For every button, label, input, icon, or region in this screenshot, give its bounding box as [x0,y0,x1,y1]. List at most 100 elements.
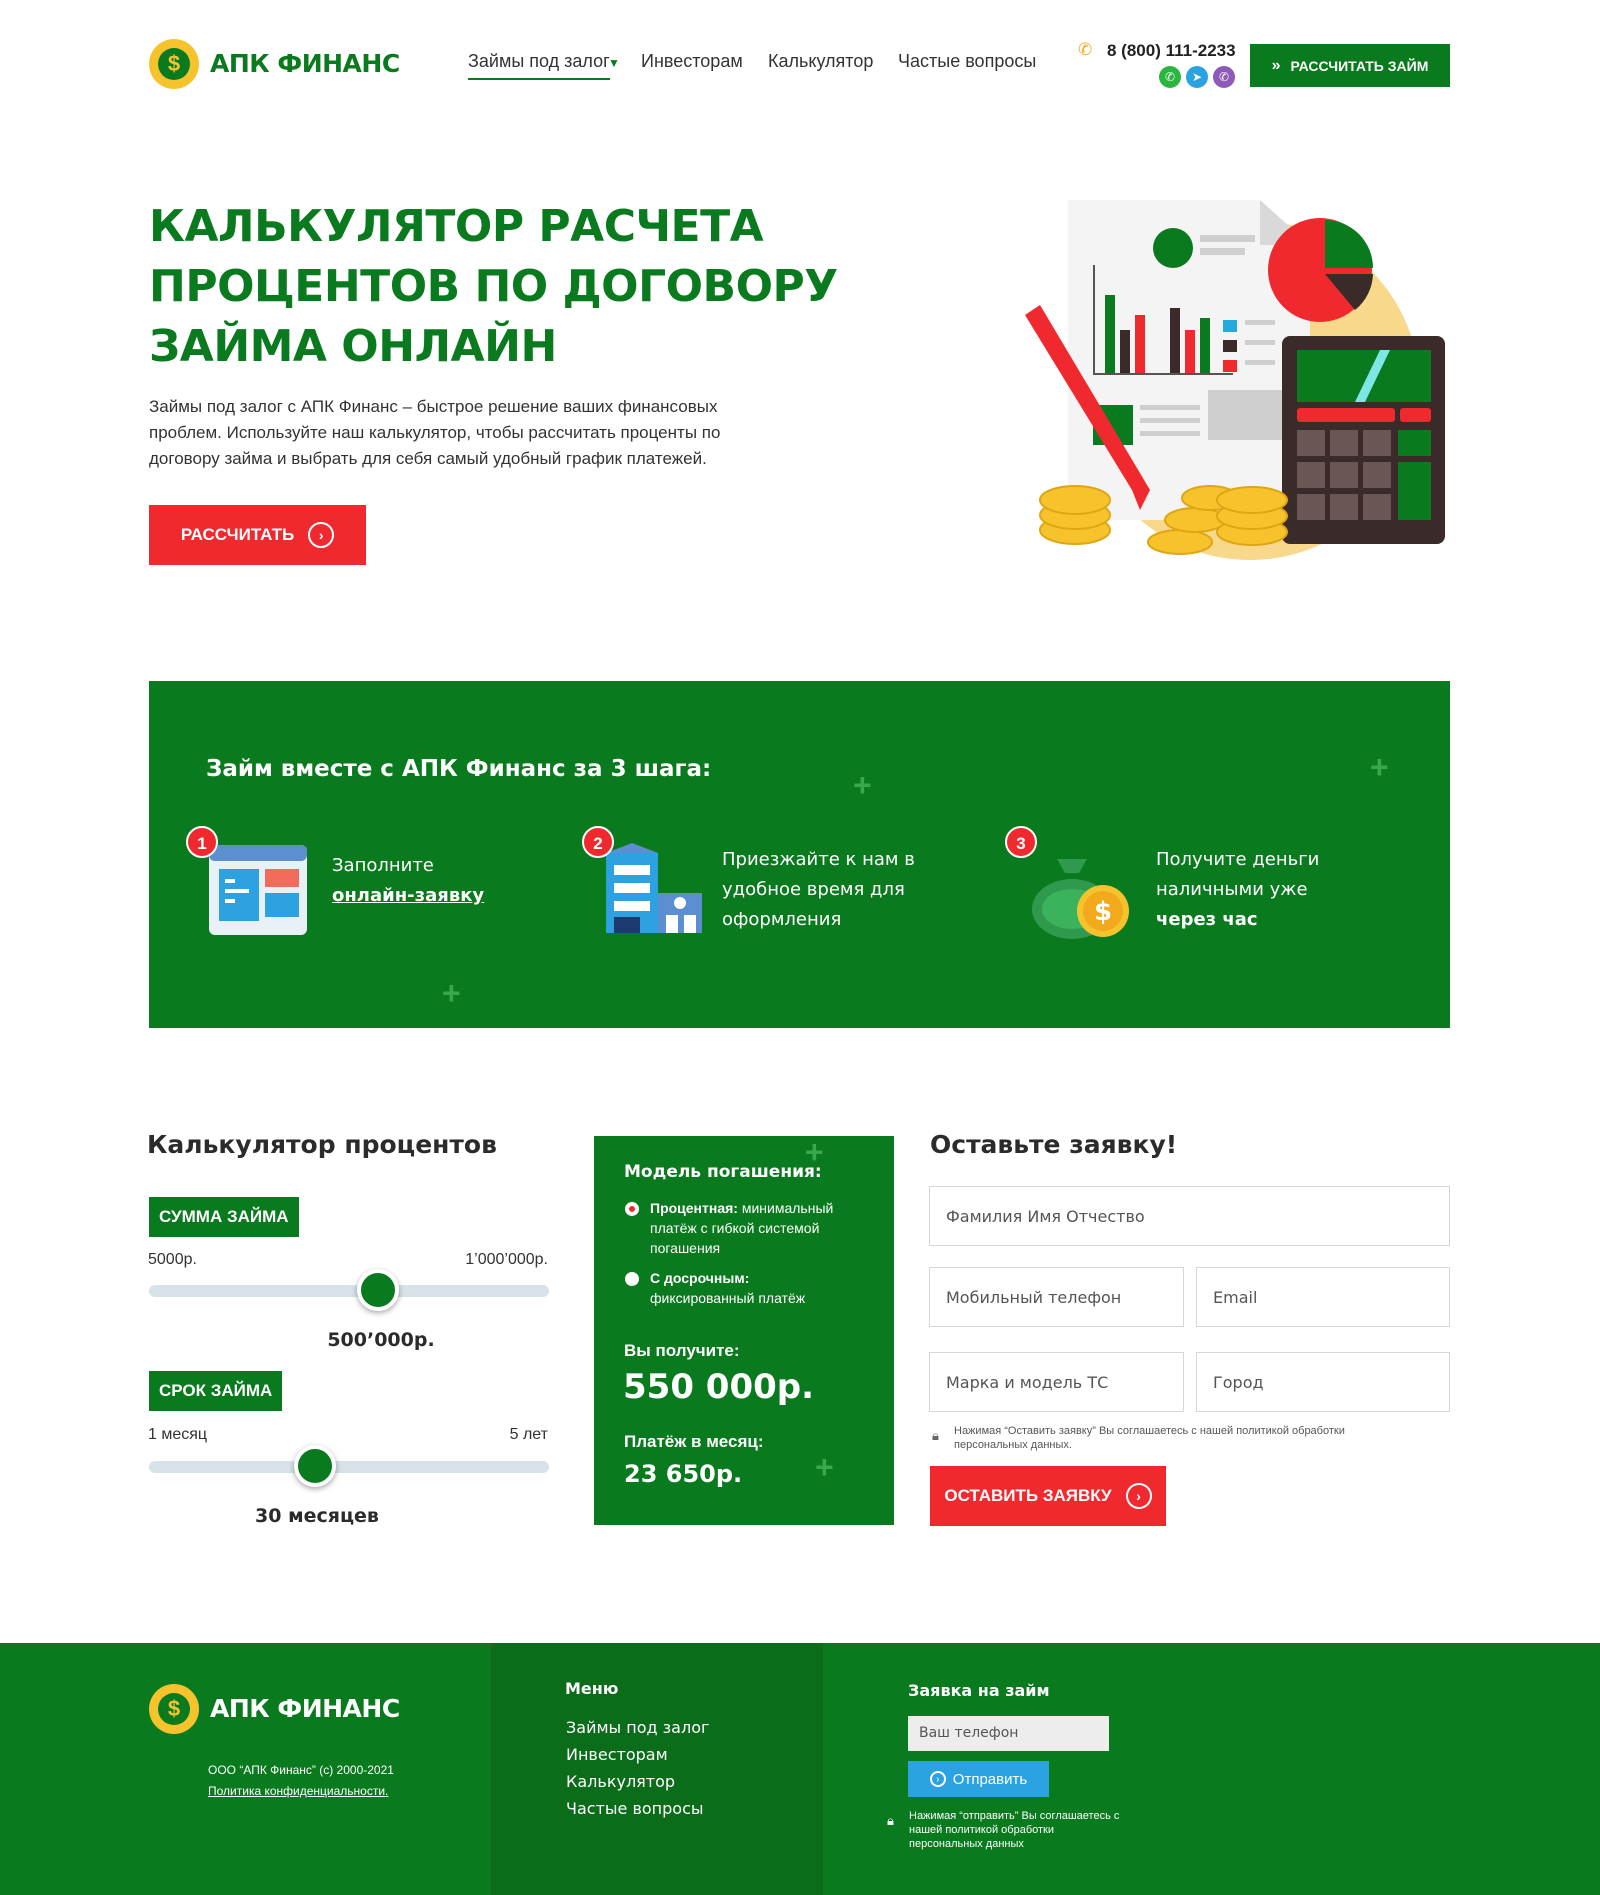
option-interest-radio[interactable] [625,1202,639,1216]
plus-decoration: + [1370,749,1389,785]
privacy-note: Нажимая “Оставить заявку” Вы соглашаетес… [954,1424,1454,1452]
phone-field[interactable]: Мобильный телефон [929,1267,1184,1327]
chevron-down-icon[interactable]: ▼ [608,56,620,70]
phone-number[interactable]: 8 (800) 111-2233 [1107,41,1236,61]
step-3-line: Получите деньги [1156,849,1320,870]
loan-term-label: СРОК ЗАЙМА [149,1371,283,1411]
header: $ АПК ФИНАНС Займы под залог ▼ Инвестора… [0,0,1600,110]
step-3-bold: через час [1156,909,1258,930]
option-interest-line: минимальный [741,1200,834,1216]
viber-icon[interactable]: ✆ [1213,66,1235,88]
lock-icon: 🔒︎ [932,1428,939,1443]
footer-menu-title: Меню [565,1679,619,1698]
privacy-note-line: Нажимая “Оставить заявку” Вы соглашаетес… [954,1425,1345,1437]
monthly-label: Платёж в месяц: [624,1432,764,1451]
step-number-1: 1 [186,826,218,858]
step-2-line: Приезжайте к нам в [722,849,915,870]
footer-phone-input[interactable]: Ваш телефон [908,1716,1109,1751]
hero-text-line: проблем. Используйте наш калькулятор, чт… [149,423,721,442]
car-model-field[interactable]: Марка и модель ТС [929,1352,1184,1412]
term-slider-track[interactable] [149,1461,549,1473]
footer-logo-text[interactable]: АПК ФИНАНС [210,1694,400,1723]
lock-icon: 🔒︎ [887,1813,894,1828]
amount-min: 5000р. [148,1251,197,1268]
online-application-link[interactable]: онлайн-заявку [332,881,484,911]
footer-menu-calculator[interactable]: Калькулятор [566,1772,675,1791]
step-3-text: Получите деньги наличными уже через час [1156,845,1319,935]
hero-text-line: Займы под залог с АПК Финанс – быстрое р… [149,397,718,416]
fio-field[interactable]: Фамилия Имя Отчество [929,1186,1450,1246]
footer-menu-block [491,1643,823,1895]
step-3-line: наличными уже [1156,879,1308,900]
option-interest-line: платёж с гибкой системой [650,1220,820,1236]
option-early-desc: фиксированный платёж [650,1290,806,1306]
whatsapp-icon[interactable]: ✆ [1159,66,1181,88]
title-line-3: ЗАЙМА ОНЛАЙН [149,321,557,372]
arrow-circle-icon: › [929,1771,946,1787]
nav-item-faq[interactable]: Частые вопросы [898,51,1036,72]
option-interest-line: погашения [650,1240,721,1256]
option-early-text[interactable]: С досрочным: фиксированный платёж [650,1268,870,1308]
term-value: 30 месяцев [255,1505,379,1527]
receive-label: Вы получите: [624,1341,740,1360]
arrow-circle-icon: › [1125,1483,1152,1509]
term-min: 1 месяц [148,1426,208,1443]
amount-max: 1’000’000р. [465,1251,548,1268]
plus-decoration: + [853,767,872,803]
hero-description: Займы под залог с АПК Финанс – быстрое р… [149,394,769,472]
step-1-text: Заполните онлайн-заявку [332,851,484,911]
city-field[interactable]: Город [1196,1352,1450,1412]
step-2-text: Приезжайте к нам в удобное время для офо… [722,845,915,935]
title-line-1: КАЛЬКУЛЯТОР РАСЧЕТА [149,201,764,252]
email-field[interactable]: Email [1196,1267,1450,1327]
steps-section: Займ вместе с АПК Финанс за 3 шага: + + … [149,681,1450,1028]
calculator-icon [1282,336,1445,544]
plus-decoration: + [442,975,461,1011]
nav-item-calculator[interactable]: Калькулятор [768,51,873,72]
calculate-button[interactable]: РАССЧИТАТЬ › [149,505,366,565]
option-interest-bold: Процентная: [650,1200,738,1216]
phone-icon: ✆ [1078,40,1093,59]
footer-menu-loans[interactable]: Займы под залог [566,1718,709,1737]
calculator-title: Калькулятор процентов [147,1130,497,1159]
amount-slider-handle[interactable] [357,1269,399,1311]
option-interest-text[interactable]: Процентная: минимальный платёж с гибкой … [650,1198,870,1258]
calculate-loan-label: РАССЧИТАТЬ ЗАЙМ [1290,57,1429,74]
hero-illustration [1025,200,1445,560]
footer-apply-title: Заявка на займ [908,1681,1050,1700]
calculate-loan-button[interactable]: » РАССЧИТАТЬ ЗАЙМ [1250,44,1450,87]
hero-text-line: договору займа и выбрать для себя самый … [149,449,707,468]
privacy-note-line: персональных данных. [954,1439,1072,1451]
term-max: 5 лет [509,1426,548,1443]
building-icon [606,843,702,933]
option-early-radio[interactable] [625,1272,639,1286]
amount-value: 500’000р. [327,1329,435,1351]
amount-slider-track[interactable] [149,1285,549,1297]
term-slider-handle[interactable] [294,1445,336,1487]
money-bag-icon: $ [1032,859,1129,939]
submit-application-button[interactable]: ОСТАВИТЬ ЗАЯВКУ › [930,1466,1166,1526]
footer-menu-investors[interactable]: Инвесторам [566,1745,668,1764]
footer-note-line: нашей политикой обработки [909,1824,1054,1836]
monthly-value: 23 650р. [624,1460,743,1488]
footer-send-button[interactable]: › Отправить [908,1761,1049,1797]
telegram-icon[interactable]: ➤ [1186,66,1208,88]
nav-item-investors[interactable]: Инвесторам [641,51,743,72]
repayment-model-title: Модель погашения: [624,1162,822,1182]
step-2-line: оформления [722,909,842,930]
submit-label: ОСТАВИТЬ ЗАЯВКУ [944,1486,1112,1505]
loan-amount-label: СУММА ЗАЙМА [149,1197,299,1237]
step-number-3: 3 [1005,826,1037,858]
logo-text[interactable]: АПК ФИНАНС [210,49,400,78]
form-icon [209,845,307,935]
nav-item-loans[interactable]: Займы под залог [468,51,610,80]
footer-logo-dollar-bag-icon[interactable]: $ [149,1684,199,1734]
application-title: Оставьте заявку! [930,1130,1178,1159]
privacy-link[interactable]: Политика конфиденциальности. [208,1784,388,1798]
repayment-panel: + + Модель погашения: Процентная: минима… [594,1136,894,1525]
double-chevron-icon: » [1271,56,1281,74]
logo-dollar-bag-icon[interactable]: $ [149,39,199,89]
footer-menu-faq[interactable]: Частые вопросы [566,1799,704,1818]
receive-value: 550 000р. [623,1367,815,1407]
steps-title: Займ вместе с АПК Финанс за 3 шага: [206,756,712,782]
